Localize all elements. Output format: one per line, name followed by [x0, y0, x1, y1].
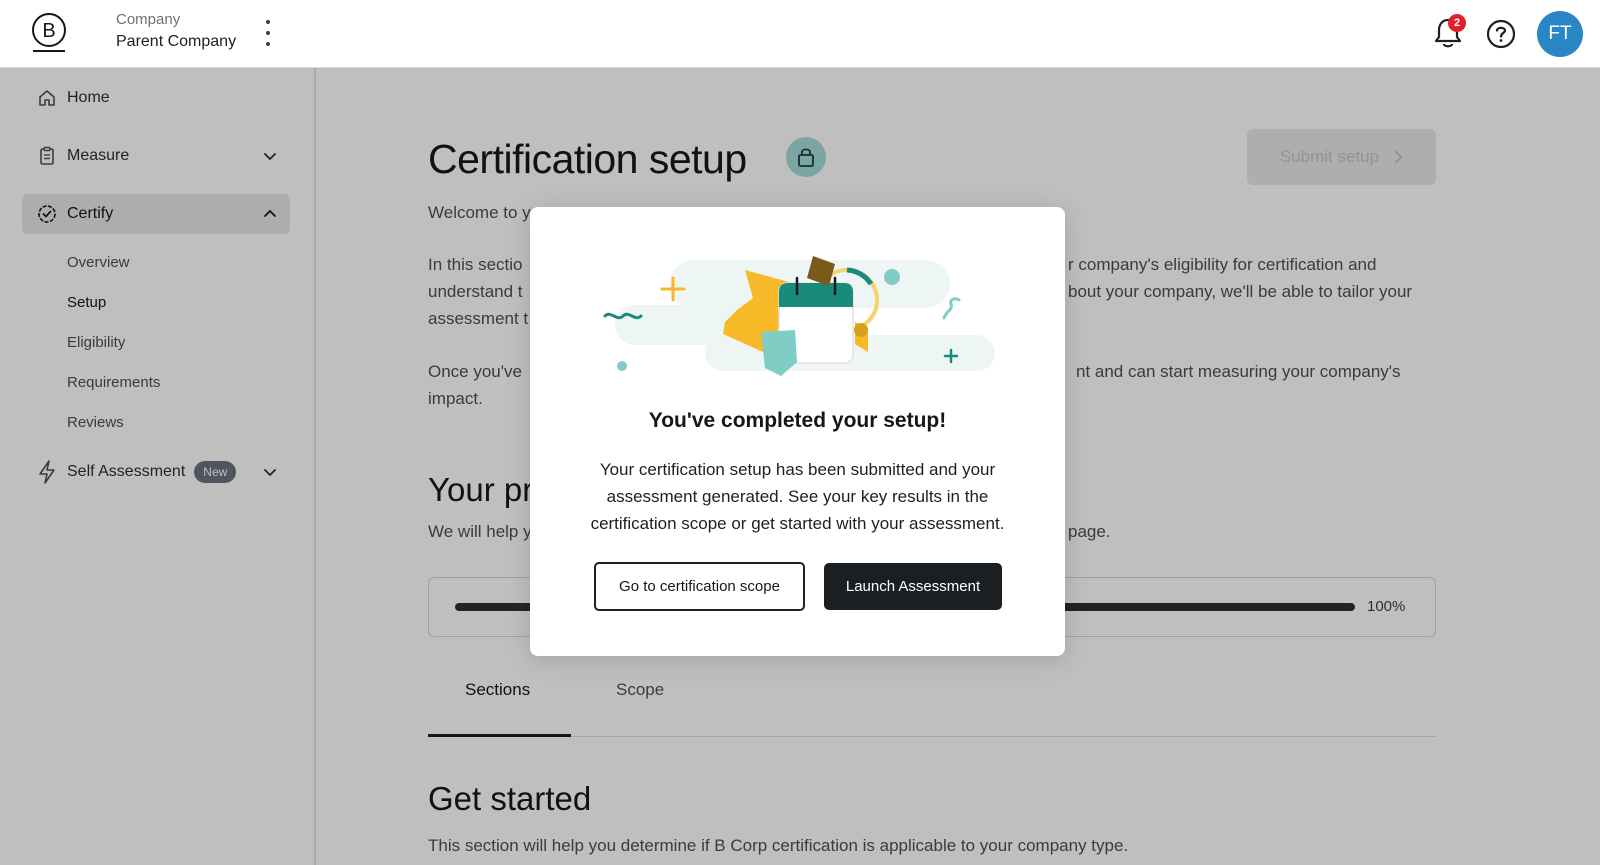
- modal-title: You've completed your setup!: [648, 409, 947, 432]
- setup-complete-modal: You've completed your setup! Your certif…: [530, 207, 1065, 656]
- notification-count-badge: 2: [1448, 14, 1466, 32]
- more-options-icon[interactable]: [258, 18, 278, 48]
- top-bar: B Company Parent Company 2 FT: [0, 0, 1600, 68]
- calendar-celebration-illustration: [603, 256, 995, 376]
- launch-assessment-button[interactable]: Launch Assessment: [824, 563, 1002, 610]
- go-to-certification-scope-button[interactable]: Go to certification scope: [594, 562, 805, 611]
- user-avatar[interactable]: FT: [1537, 11, 1583, 57]
- modal-body-text: Your certification setup has been submit…: [590, 460, 1005, 533]
- company-switcher[interactable]: Company Parent Company: [116, 11, 236, 51]
- company-label: Company: [116, 11, 181, 28]
- svg-text:B: B: [42, 20, 55, 42]
- company-name: Parent Company: [116, 33, 237, 50]
- b-corp-logo[interactable]: B: [29, 12, 69, 54]
- help-icon[interactable]: [1486, 19, 1516, 49]
